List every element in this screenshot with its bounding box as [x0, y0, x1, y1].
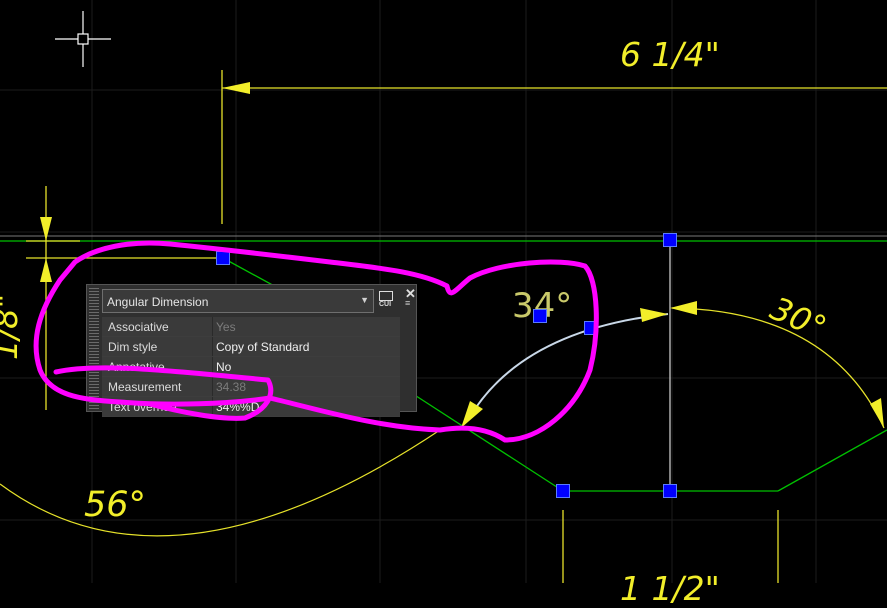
object-type-label: Angular Dimension — [107, 295, 209, 309]
dimension-arrowhead — [640, 308, 668, 322]
crosshair-icon — [55, 11, 111, 67]
property-row-text-override[interactable]: Text override 34%%D — [102, 397, 400, 417]
dimension-arrowhead — [461, 401, 483, 428]
property-key: Measurement — [108, 380, 182, 394]
property-row-measurement[interactable]: Measurement 34.38 — [102, 377, 400, 397]
vertical-dimension-text: 1/8" — [0, 293, 25, 360]
property-key: Dim style — [108, 340, 158, 354]
dimension-arrowhead — [40, 258, 52, 282]
grip-handle[interactable] — [556, 484, 570, 498]
cui-icon — [379, 291, 393, 301]
grip-handle[interactable] — [533, 309, 547, 323]
top-linear-dimension — [221, 70, 887, 224]
grip-handle[interactable] — [663, 233, 677, 247]
property-row-associative[interactable]: Associative Yes — [102, 317, 400, 337]
chevron-down-icon: ▼ — [360, 295, 369, 305]
dimension-arrowhead — [870, 398, 884, 428]
palette-menu-icon[interactable]: ≡ — [405, 298, 410, 308]
property-key: Associative — [108, 320, 169, 334]
grip-handle[interactable] — [584, 321, 598, 335]
bottom-dimension-text: 1 1/2" — [620, 569, 720, 608]
property-value: 34%%D — [216, 400, 260, 414]
dimension-arrowhead — [40, 217, 52, 241]
object-type-dropdown[interactable]: Angular Dimension ▼ — [102, 289, 374, 313]
property-row-dim-style[interactable]: Dim style Copy of Standard — [102, 337, 400, 357]
grip-handle[interactable] — [216, 251, 230, 265]
property-key: Annotative — [108, 360, 165, 374]
property-value: Copy of Standard — [216, 340, 310, 354]
selected-angular-dimension-arc[interactable] — [467, 313, 669, 421]
grip-handle[interactable] — [663, 484, 677, 498]
property-key: Text override — [108, 400, 177, 414]
angle-56-text: 56° — [84, 485, 147, 525]
top-dimension-text: 6 1/4" — [620, 35, 720, 74]
dimension-arrowhead — [670, 301, 697, 315]
customize-cui-button[interactable]: CUI — [378, 291, 396, 310]
properties-list: Associative Yes Dim style Copy of Standa… — [102, 317, 400, 417]
property-value: No — [216, 360, 232, 374]
quick-properties-palette: Angular Dimension ▼ CUI ✕ ≡ Associative … — [86, 284, 417, 417]
property-value: 34.38 — [216, 380, 247, 394]
property-row-annotative[interactable]: Annotative No — [102, 357, 400, 377]
cui-label: CUI — [379, 301, 392, 308]
palette-drag-handle[interactable] — [89, 287, 99, 409]
property-value: Yes — [216, 320, 236, 334]
